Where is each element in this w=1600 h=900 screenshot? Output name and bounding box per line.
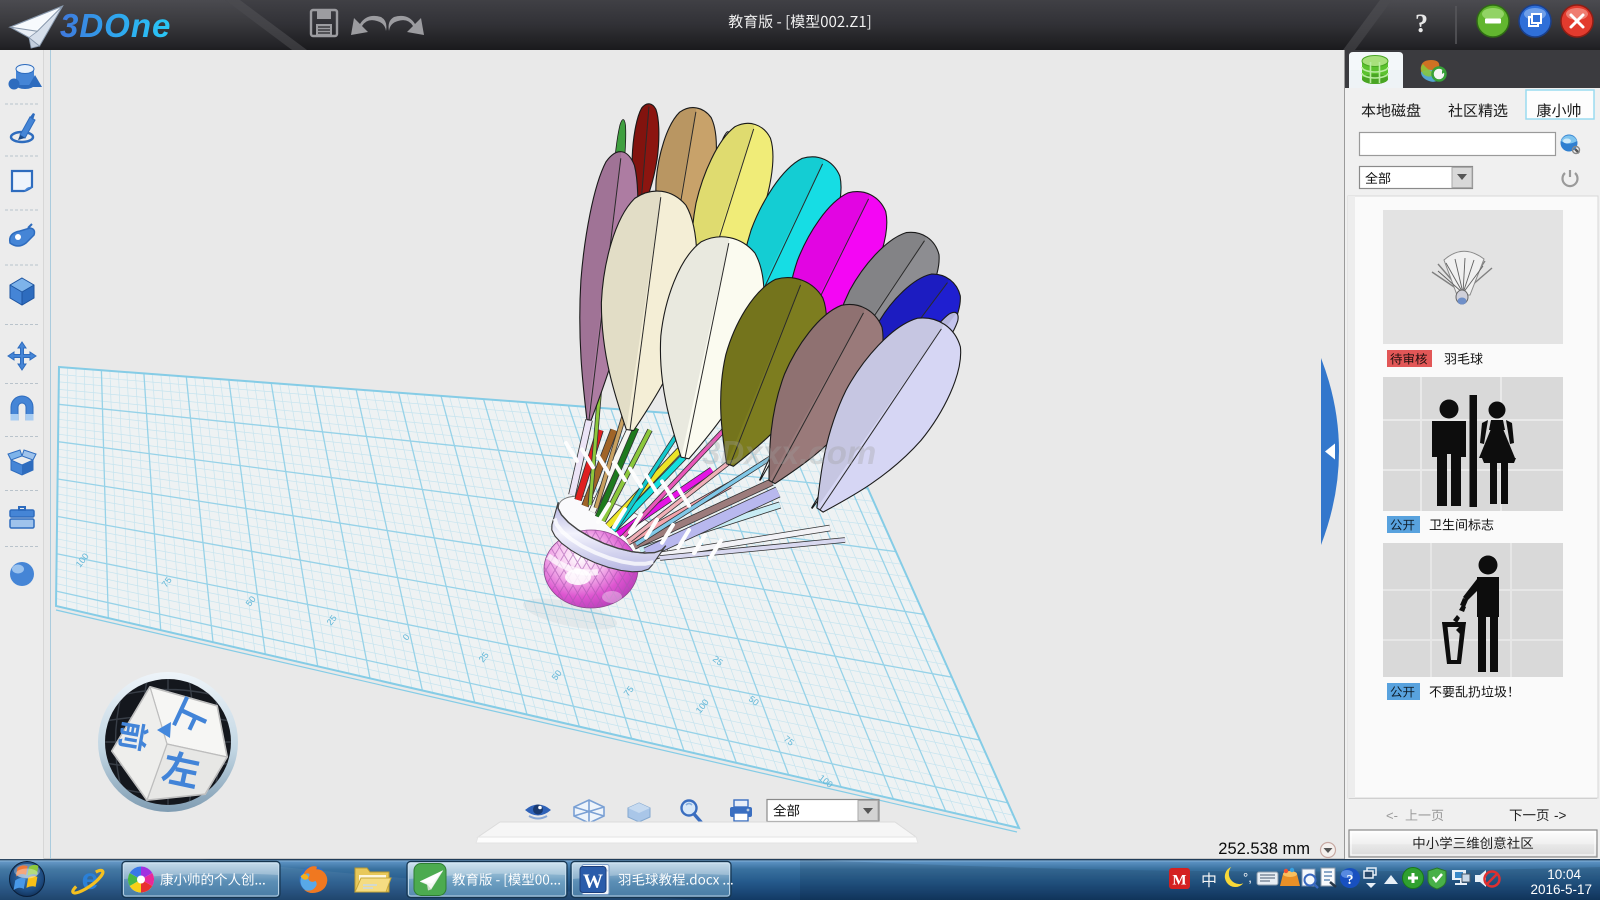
svg-text:3Dxxx.com: 3Dxxx.com (702, 434, 876, 471)
svg-text:M: M (1172, 873, 1186, 889)
svg-text:2016-5-17: 2016-5-17 (1530, 882, 1592, 897)
svg-text:°,: °, (1243, 870, 1252, 885)
svg-text:252.538 mm: 252.538 mm (1218, 840, 1310, 858)
svg-text:?: ? (1415, 9, 1428, 38)
svg-text:10:04: 10:04 (1547, 867, 1581, 882)
svg-text:3DOne: 3DOne (60, 7, 171, 44)
svg-text:->: -> (1554, 808, 1566, 823)
svg-text:W: W (583, 871, 603, 893)
svg-text:<-: <- (1386, 808, 1398, 823)
svg-text:?: ? (1347, 873, 1354, 888)
